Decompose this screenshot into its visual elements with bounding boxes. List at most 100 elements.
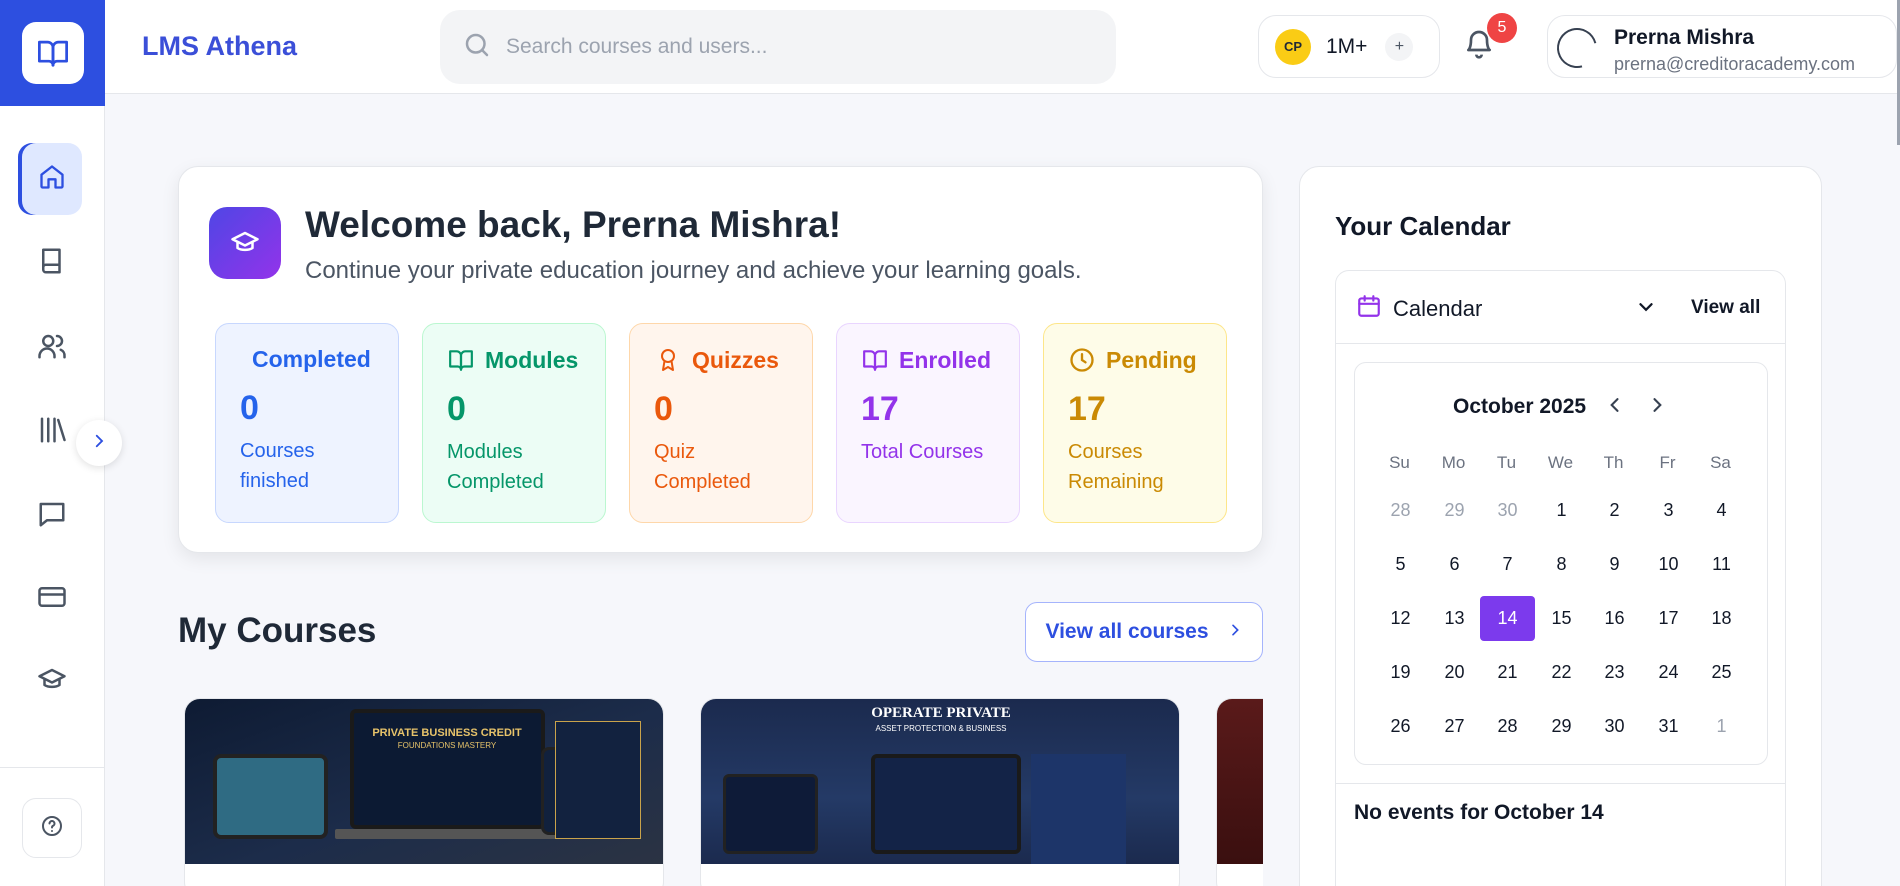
logo-block[interactable] [0, 0, 105, 106]
course-card[interactable] [1216, 698, 1263, 886]
stat-label: Courses finished [240, 440, 315, 492]
calendar-day[interactable]: 12 [1373, 596, 1428, 641]
calendar-day[interactable]: 25 [1694, 650, 1749, 695]
calendar-view-all-link[interactable]: View all [1691, 297, 1760, 319]
calendar-day[interactable]: 30 [1587, 704, 1642, 749]
calendar-header: Calendar View all [1336, 271, 1785, 344]
calendar-day-selected[interactable]: 14 [1480, 596, 1535, 641]
sidebar-item-users[interactable] [22, 312, 82, 384]
calendar-day[interactable]: 16 [1587, 596, 1642, 641]
library-icon [36, 415, 68, 450]
help-icon [40, 814, 64, 843]
expand-sidebar-button[interactable] [76, 420, 122, 466]
calendar-day[interactable]: 8 [1534, 542, 1589, 587]
book-open-icon [861, 346, 889, 374]
calendar-day[interactable]: 13 [1427, 596, 1482, 641]
stat-title-text: Modules [485, 346, 579, 373]
calendar-day[interactable]: 9 [1587, 542, 1642, 587]
book-logo-icon [21, 22, 84, 84]
calendar-day[interactable]: 23 [1587, 650, 1642, 695]
stat-title: Enrolled [861, 346, 995, 374]
chevron-down-icon[interactable] [1635, 296, 1657, 323]
calendar-day[interactable]: 1 [1694, 704, 1749, 749]
book-icon [37, 246, 67, 281]
calendar-day[interactable]: 11 [1694, 542, 1749, 587]
avatar [1548, 16, 1606, 79]
calendar-box: Calendar View all October 2025 Su Mo Tu … [1335, 270, 1786, 886]
stat-card-quizzes[interactable]: Quizzes 0 Quiz Completed [629, 323, 813, 523]
message-icon [36, 499, 68, 534]
stat-value: 17 [861, 390, 899, 428]
search-icon [462, 30, 492, 65]
sidebar-item-academy[interactable] [22, 646, 82, 718]
stat-card-completed[interactable]: Completed 0 Courses finished [215, 323, 399, 523]
chevron-right-icon[interactable] [1647, 395, 1667, 420]
stat-value: 0 [654, 390, 673, 428]
stat-title: Completed [240, 346, 374, 373]
stat-label: Quiz Completed [654, 441, 751, 493]
calendar-day[interactable]: 18 [1694, 596, 1749, 641]
users-icon [36, 331, 68, 366]
notification-count-badge: 5 [1487, 13, 1517, 43]
calendar-day[interactable]: 17 [1641, 596, 1696, 641]
course-card[interactable]: OPERATE PRIVATE ASSET PROTECTION & BUSIN… [700, 698, 1180, 886]
help-button[interactable] [22, 798, 82, 858]
calendar-day[interactable]: 30 [1480, 488, 1535, 533]
search-input[interactable] [506, 35, 1066, 59]
calendar-day[interactable]: 26 [1373, 704, 1428, 749]
stat-card-modules[interactable]: Modules 0 Modules Completed [422, 323, 606, 523]
calendar-day[interactable]: 29 [1427, 488, 1482, 533]
sidebar-item-courses[interactable] [22, 227, 82, 299]
calendar-day[interactable]: 27 [1427, 704, 1482, 749]
calendar-day[interactable]: 7 [1480, 542, 1535, 587]
cp-badge: CP [1275, 28, 1311, 65]
course-card[interactable]: PRIVATE BUSINESS CREDIT FOUNDATIONS MAST… [184, 698, 664, 886]
stat-value: 0 [240, 389, 259, 427]
sidebar-divider [0, 767, 105, 768]
calendar-dropdown-label[interactable]: Calendar [1393, 296, 1482, 322]
calendar-day[interactable]: 21 [1480, 650, 1535, 695]
view-all-courses-button[interactable]: View all courses [1025, 602, 1263, 662]
my-courses-title: My Courses [178, 611, 377, 650]
view-all-courses-label: View all courses [1045, 620, 1209, 643]
points-widget[interactable]: CP 1M+ + [1258, 15, 1440, 78]
chevron-right-icon [1227, 620, 1243, 644]
calendar-icon [1356, 293, 1382, 324]
calendar-day[interactable]: 29 [1534, 704, 1589, 749]
stat-title: Quizzes [654, 346, 788, 374]
calendar-day[interactable]: 2 [1587, 488, 1642, 533]
credit-card-icon [36, 582, 68, 617]
calendar-day[interactable]: 22 [1534, 650, 1589, 695]
divider [1336, 783, 1785, 784]
calendar-day[interactable]: 28 [1480, 704, 1535, 749]
calendar-day[interactable]: 3 [1641, 488, 1696, 533]
search-bar[interactable] [440, 10, 1116, 84]
month-name: October 2025 [1453, 395, 1587, 418]
clock-icon [1068, 346, 1096, 374]
calendar-day[interactable]: 28 [1373, 488, 1428, 533]
stat-card-enrolled[interactable]: Enrolled 17 Total Courses [836, 323, 1020, 523]
brand-name[interactable]: LMS Athena [142, 31, 297, 62]
calendar-day[interactable]: 4 [1694, 488, 1749, 533]
calendar-day[interactable]: 6 [1427, 542, 1482, 587]
sidebar-item-messages[interactable] [22, 480, 82, 552]
sidebar-item-billing[interactable] [22, 563, 82, 635]
calendar-day[interactable]: 15 [1534, 596, 1589, 641]
add-points-button[interactable]: + [1385, 32, 1414, 61]
stat-label: Total Courses [861, 441, 984, 463]
calendar-day[interactable]: 31 [1641, 704, 1696, 749]
sidebar-item-home[interactable] [22, 143, 82, 215]
chevron-left-icon[interactable] [1605, 395, 1625, 420]
calendar-day[interactable]: 24 [1641, 650, 1696, 695]
user-profile-menu[interactable]: Prerna Mishra prerna@creditoracademy.com [1547, 15, 1897, 78]
graduation-cap-icon [209, 207, 281, 279]
calendar-day[interactable]: 10 [1641, 542, 1696, 587]
calendar-day[interactable]: 19 [1373, 650, 1428, 695]
calendar-panel: Your Calendar Calendar View all October … [1299, 166, 1822, 886]
calendar-day[interactable]: 5 [1373, 542, 1428, 587]
calendar-day[interactable]: 20 [1427, 650, 1482, 695]
calendar-title: Your Calendar [1335, 211, 1511, 241]
stat-card-pending[interactable]: Pending 17 Courses Remaining [1043, 323, 1227, 523]
sidebar-item-library[interactable] [22, 396, 82, 468]
calendar-day[interactable]: 1 [1534, 488, 1589, 533]
